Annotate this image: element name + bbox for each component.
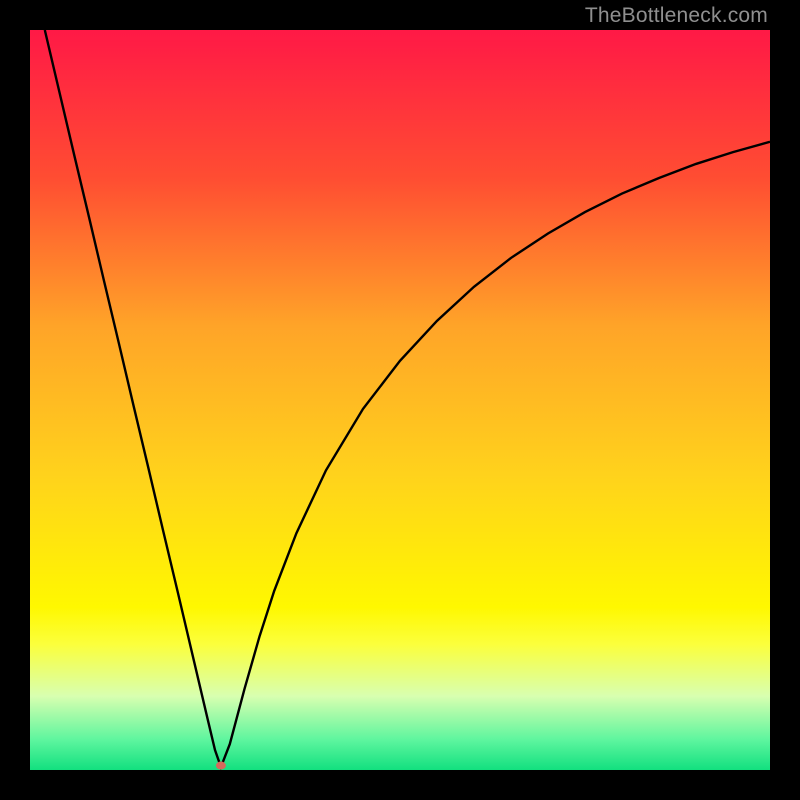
gradient-background [30,30,770,770]
chart-frame [30,30,770,770]
optimum-marker [216,762,226,770]
watermark-label: TheBottleneck.com [585,4,768,28]
bottleneck-chart [30,30,770,770]
